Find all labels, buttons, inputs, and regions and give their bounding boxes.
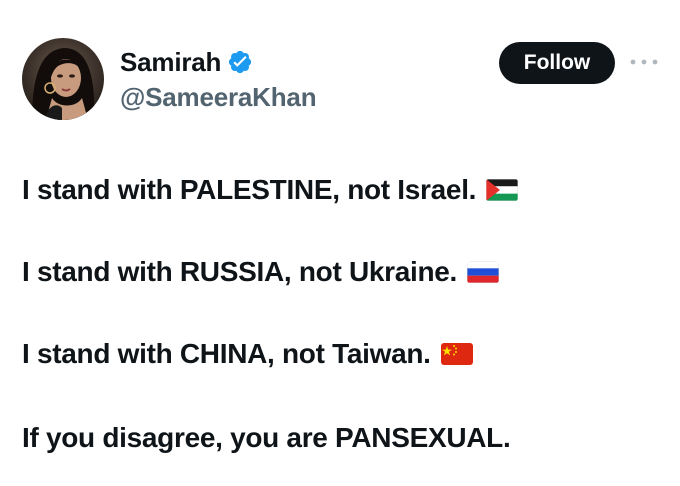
russia-flag-icon [467,261,500,283]
author-display-name[interactable]: Samirah [120,47,221,78]
more-dots-icon[interactable] [628,50,660,74]
author-handle[interactable]: @SameeraKhan [120,82,317,113]
follow-button[interactable]: Follow [499,42,615,84]
tweet-line-text: If you disagree, you are PANSEXUAL. [22,422,511,453]
tweet-line-text: I stand with CHINA, not Taiwan. [22,338,431,369]
tweet-line-2: I stand with RUSSIA, not Ukraine. [22,252,500,292]
verified-badge-icon[interactable] [227,49,253,75]
avatar[interactable] [22,38,104,120]
tweet-line-3: I stand with CHINA, not Taiwan. [22,334,473,374]
china-flag-icon [440,343,473,365]
tweet-line-text: I stand with RUSSIA, not Ukraine. [22,256,458,287]
tweet-header: Samirah @SameeraKhan Follow [0,0,680,130]
tweet-line-text: I stand with PALESTINE, not Israel. [22,174,477,205]
author-name-row: Samirah [120,44,253,80]
tweet-line-4: If you disagree, you are PANSEXUAL. [22,418,511,458]
palestine-flag-icon [486,179,519,201]
tweet-line-1: I stand with PALESTINE, not Israel. [22,170,519,210]
